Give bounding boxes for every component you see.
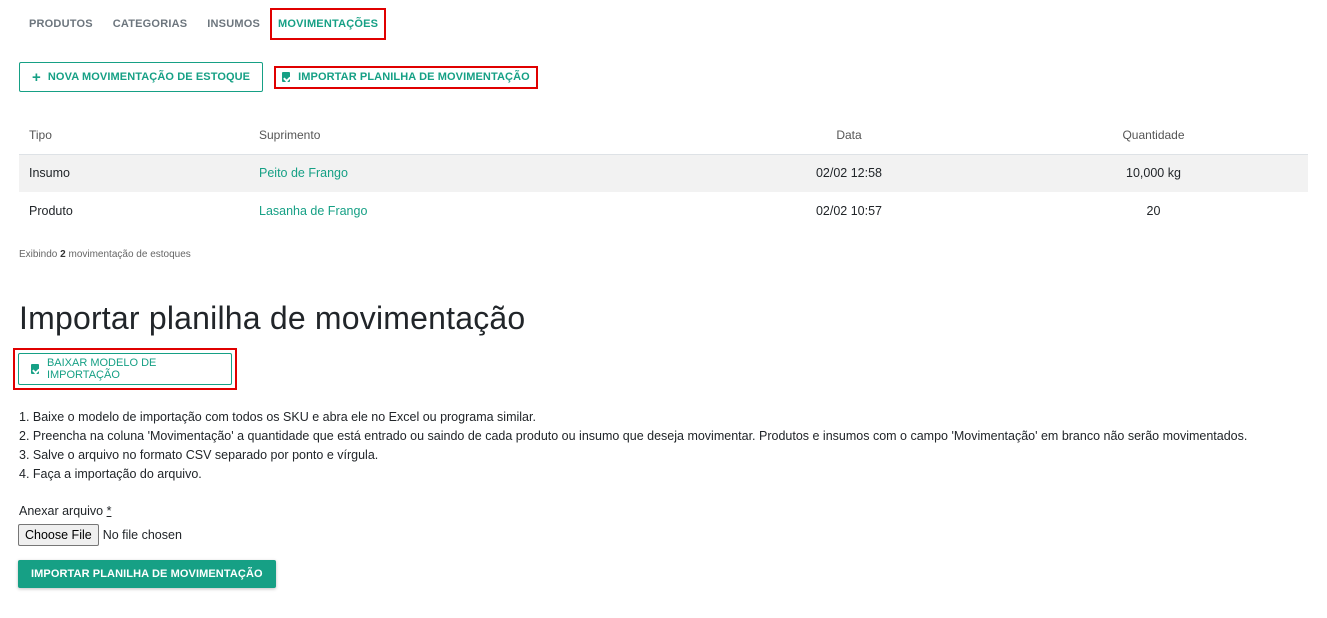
table-row: Insumo Peito de Frango 02/02 12:58 10,00…	[19, 153, 1308, 192]
import-instructions: 1. Baixe o modelo de importação com todo…	[19, 408, 1247, 484]
col-supply-header: Suprimento	[259, 127, 321, 142]
attach-file-label: Anexar arquivo *	[19, 504, 111, 518]
choose-file-button[interactable]: Choose File	[18, 524, 99, 546]
cell-quantity: 10,000 kg	[999, 153, 1308, 192]
count-number: 2	[60, 249, 66, 260]
col-date-header: Data	[836, 127, 862, 142]
file-input: Choose File No file chosen	[18, 524, 182, 546]
table-row: Produto Lasanha de Frango 02/02 10:57 20	[19, 192, 1308, 230]
import-sheet-link[interactable]: IMPORTAR PLANILHA DE MOVIMENTAÇÃO	[274, 65, 538, 89]
instruction-step: 1. Baixe o modelo de importação com todo…	[19, 410, 536, 424]
cell-quantity: 20	[1146, 204, 1161, 218]
tab-insumos[interactable]: INSUMOS	[197, 9, 270, 39]
new-movement-label: NOVA MOVIMENTAÇÃO DE ESTOQUE	[47, 71, 251, 83]
download-template-button[interactable]: BAIXAR MODELO DE IMPORTAÇÃO	[18, 353, 232, 385]
document-icon	[31, 364, 39, 374]
count-prefix: Exibindo	[19, 249, 58, 260]
cell-type: Produto	[29, 204, 73, 218]
plus-icon: +	[32, 68, 41, 86]
count-suffix: movimentação de estoques	[68, 249, 191, 260]
results-count: Exibindo 2 movimentação de estoques	[19, 249, 191, 260]
action-bar: + NOVA MOVIMENTAÇÃO DE ESTOQUE IMPORTAR …	[19, 62, 538, 92]
movements-table: Tipo Suprimento Data Quantidade Insumo P…	[19, 116, 1308, 230]
supply-link[interactable]: Peito de Frango	[259, 166, 348, 180]
table-header-row: Tipo Suprimento Data Quantidade	[19, 116, 1308, 154]
col-type-header: Tipo	[29, 127, 52, 142]
attach-file-text: Anexar arquivo	[19, 504, 104, 518]
instruction-step: 3. Salve o arquivo no formato CSV separa…	[19, 448, 379, 462]
tab-bar: PRODUTOS CATEGORIAS INSUMOS MOVIMENTAÇÕE…	[19, 8, 387, 40]
cell-type: Insumo	[19, 153, 249, 192]
import-section-title: Importar planilha de movimentação	[19, 300, 526, 336]
tab-categorias[interactable]: CATEGORIAS	[103, 9, 198, 39]
cell-date: 02/02 10:57	[815, 204, 883, 218]
import-sheet-label: IMPORTAR PLANILHA DE MOVIMENTAÇÃO	[298, 71, 530, 83]
cell-date: 02/02 12:58	[699, 153, 999, 192]
col-quantity-header: Quantidade	[1122, 127, 1185, 142]
supply-link[interactable]: Lasanha de Frango	[259, 204, 367, 218]
document-icon	[282, 72, 291, 82]
tab-movimentacoes[interactable]: MOVIMENTAÇÕES	[270, 8, 387, 40]
required-mark: *	[106, 504, 112, 518]
download-template-label: BAIXAR MODELO DE IMPORTAÇÃO	[46, 357, 157, 381]
instruction-step: 2. Preencha na coluna 'Movimentação' a q…	[19, 429, 1248, 443]
submit-import-button[interactable]: IMPORTAR PLANILHA DE MOVIMENTAÇÃO	[18, 560, 276, 588]
tab-produtos[interactable]: PRODUTOS	[19, 9, 103, 39]
new-movement-button[interactable]: + NOVA MOVIMENTAÇÃO DE ESTOQUE	[19, 62, 264, 92]
file-status: No file chosen	[102, 528, 182, 542]
instruction-step: 4. Faça a importação do arquivo.	[19, 467, 202, 481]
download-template-highlight: BAIXAR MODELO DE IMPORTAÇÃO	[13, 348, 237, 390]
